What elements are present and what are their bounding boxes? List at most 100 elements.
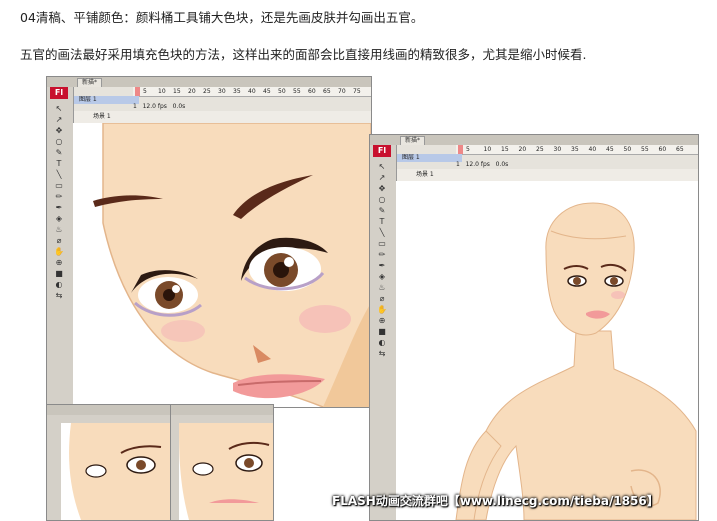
stage-canvas[interactable] [73, 123, 371, 407]
tool-icon[interactable]: ✏ [54, 193, 64, 201]
tool-icon[interactable]: ✎ [54, 149, 64, 157]
stage-canvas-2[interactable] [396, 181, 698, 520]
instruction-line-1: 04清稿、平铺颜色：颜料桶工具铺大色块，还是先画皮肤并勾画出五官。 [20, 10, 424, 25]
time-value-2: 0.0s [495, 161, 509, 168]
ruler-mark: 20 [518, 146, 527, 153]
scene-label[interactable]: 场景 1 [93, 113, 111, 120]
tool-icon[interactable]: ╲ [377, 229, 387, 237]
thumb1-tab-bar [47, 405, 171, 415]
flash-thumbnail-1 [46, 404, 172, 521]
ruler-mark: 5 [466, 146, 470, 153]
tool-icon[interactable]: ◐ [377, 339, 387, 347]
tool-icon[interactable]: ↗ [377, 174, 387, 182]
document-tab-bar-2: 新描* [370, 135, 698, 146]
layer-row-2[interactable]: 图层 1 [396, 154, 462, 162]
tool-icon[interactable]: ✥ [377, 185, 387, 193]
ruler-mark: 30 [218, 88, 226, 95]
frame-number: 1 [133, 103, 137, 110]
flash-window-face-closeup: 新描* 5 10 15 20 25 30 35 40 45 50 55 60 65 70 75 图层 1 1… [46, 76, 372, 408]
tool-icon[interactable]: ♨ [377, 284, 387, 292]
ruler-mark: 10 [158, 88, 166, 95]
tool-icon[interactable]: ○ [377, 196, 387, 204]
flash-logo: Fl [50, 87, 68, 99]
tool-icon[interactable]: ♨ [54, 226, 64, 234]
fps-value-2: 12.0 fps [465, 161, 490, 168]
tool-icon[interactable]: ⇆ [54, 292, 64, 300]
tool-icon[interactable]: ✒ [377, 262, 387, 270]
tool-icon[interactable]: ╲ [54, 171, 64, 179]
time-value: 0.0s [172, 103, 186, 110]
tool-icon[interactable]: T [377, 218, 387, 226]
tool-icon[interactable]: ⌀ [54, 237, 64, 245]
tool-icon[interactable]: ✏ [377, 251, 387, 259]
playhead[interactable] [458, 145, 463, 154]
scene-label-2[interactable]: 场景 1 [416, 171, 434, 178]
tool-icon[interactable]: ◈ [377, 273, 387, 281]
frame-ruler-2: 5 10 15 20 25 30 35 40 45 50 55 60 65 [456, 145, 698, 155]
tool-icon[interactable]: ✒ [54, 204, 64, 212]
ruler-mark: 15 [173, 88, 181, 95]
face-closeup-artwork [73, 123, 371, 407]
fps-value: 12.0 fps [142, 103, 167, 110]
tool-icon[interactable]: ⌀ [377, 295, 387, 303]
ruler-mark: 55 [641, 146, 649, 153]
tool-icon[interactable]: ○ [54, 138, 64, 146]
thumb1-stage [61, 423, 171, 520]
tool-icon[interactable]: ✋ [377, 306, 387, 314]
ruler-mark: 25 [536, 146, 544, 153]
layer-row[interactable]: 图层 1 [73, 96, 139, 104]
tool-icon[interactable]: ▭ [54, 182, 64, 190]
instruction-line-2: 五官的画法最好采用填充色块的方法，这样出来的面部会比直接用线画的精致很多，尤其是… [20, 47, 587, 62]
watermark-text: FLASH动画交流群吧【www.linecg.com/tieba/1856】 [332, 494, 659, 508]
tool-icon[interactable]: ✋ [54, 248, 64, 256]
tool-icon[interactable]: ⊕ [377, 317, 387, 325]
flash-window-full-body: 新描* 5 10 15 20 25 30 35 40 45 50 55 60 65 图层 1 1 12.… [369, 134, 699, 521]
ruler-mark: 60 [658, 146, 667, 153]
ruler-mark: 30 [553, 146, 562, 153]
ruler-mark: 5 [143, 88, 147, 95]
thumb2-stage [179, 423, 273, 520]
thumb1-artwork [69, 423, 171, 520]
flash-thumbnail-2 [170, 404, 274, 521]
ruler-mark: 40 [588, 146, 597, 153]
ruler-mark: 35 [571, 146, 579, 153]
frame-number-2: 1 [456, 161, 460, 168]
tool-icon[interactable]: ⇆ [377, 350, 387, 358]
document-tab-bar: 新描* [47, 77, 371, 88]
ruler-mark: 60 [308, 88, 316, 95]
ruler-mark: 65 [323, 88, 331, 95]
tools-panel-2: Fl ↖ ↗ ✥ ○ ✎ T ╲ ▭ ✏ ✒ ◈ ♨ ⌀ ✋ ⊕ ■ ◐ ⇆ [370, 145, 397, 520]
thumb2-tab-bar [171, 405, 273, 415]
tool-icon[interactable]: ■ [54, 270, 64, 278]
timeline-panel-2: 5 10 15 20 25 30 35 40 45 50 55 60 65 图层 1 1 12.0 fp… [396, 145, 698, 170]
timeline-status: 1 12.0 fps 0.0s [133, 103, 185, 110]
ruler-mark: 20 [188, 88, 196, 95]
tool-icon[interactable]: ◐ [54, 281, 64, 289]
ruler-mark: 70 [338, 88, 346, 95]
tool-icon[interactable]: ↖ [54, 105, 64, 113]
timeline-panel: 5 10 15 20 25 30 35 40 45 50 55 60 65 70 75 图层 1 1 12.… [73, 87, 371, 112]
tool-icon[interactable]: ◈ [54, 215, 64, 223]
tools-panel: Fl ↖ ↗ ✥ ○ ✎ T ╲ ▭ ✏ ✒ ◈ ♨ ⌀ ✋ ⊕ ■ ◐ ⇆ [47, 87, 74, 407]
tool-icon[interactable]: ⊕ [54, 259, 64, 267]
flash-logo-2: Fl [373, 145, 391, 157]
tool-icon[interactable]: ■ [377, 328, 387, 336]
ruler-mark: 50 [623, 146, 632, 153]
ruler-mark: 75 [353, 88, 361, 95]
tool-icon[interactable]: ✎ [377, 207, 387, 215]
ruler-mark: 45 [263, 88, 271, 95]
ruler-mark: 50 [278, 88, 286, 95]
tool-icon[interactable]: ↗ [54, 116, 64, 124]
ruler-mark: 65 [676, 146, 684, 153]
playhead[interactable] [135, 87, 140, 96]
frame-ruler: 5 10 15 20 25 30 35 40 45 50 55 60 65 70 75 [133, 87, 371, 97]
tool-icon[interactable]: T [54, 160, 64, 168]
tool-icon[interactable]: ▭ [377, 240, 387, 248]
ruler-mark: 40 [248, 88, 256, 95]
ruler-mark: 55 [293, 88, 301, 95]
full-body-artwork [396, 181, 698, 520]
tool-icon[interactable]: ✥ [54, 127, 64, 135]
tool-icon[interactable]: ↖ [377, 163, 387, 171]
ruler-mark: 35 [233, 88, 241, 95]
ruler-mark: 45 [606, 146, 614, 153]
